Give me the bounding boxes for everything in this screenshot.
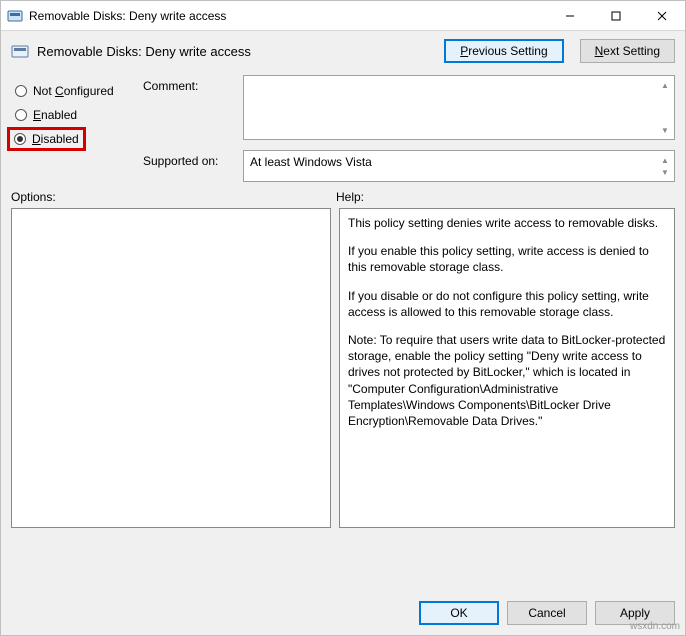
footer: OK Cancel Apply <box>1 591 685 635</box>
options-label: Options: <box>11 190 336 204</box>
watermark: wsxdn.com <box>630 621 680 632</box>
help-panel: This policy setting denies write access … <box>339 208 675 528</box>
panels: This policy setting denies write access … <box>1 208 685 528</box>
radio-enabled[interactable]: Enabled <box>11 103 131 127</box>
radio-icon <box>15 85 27 97</box>
radio-disabled-highlight: Disabled <box>7 127 86 151</box>
subheader: Removable Disks: Deny write access Previ… <box>1 31 685 75</box>
radio-icon <box>15 109 27 121</box>
help-text: Note: To require that users write data t… <box>348 332 666 429</box>
options-panel <box>11 208 331 528</box>
fields: Comment: ▲ ▼ Supported on: At least Wind… <box>143 75 675 182</box>
next-setting-button[interactable]: Next Setting <box>580 39 675 63</box>
window-controls <box>547 1 685 30</box>
radio-icon <box>14 133 26 145</box>
cancel-button[interactable]: Cancel <box>507 601 587 625</box>
supported-display: At least Windows Vista ▲ ▼ <box>243 150 675 182</box>
comment-label: Comment: <box>143 75 233 140</box>
app-icon <box>7 8 23 24</box>
scroll-down-icon[interactable]: ▼ <box>658 165 672 179</box>
help-label: Help: <box>336 190 364 204</box>
config-section: Not Configured Enabled Disabled Comment: <box>1 75 685 182</box>
ok-button[interactable]: OK <box>419 601 499 625</box>
comment-input[interactable]: ▲ ▼ <box>243 75 675 140</box>
supported-row: Supported on: At least Windows Vista ▲ ▼ <box>143 150 675 182</box>
panels-labels: Options: Help: <box>1 182 685 208</box>
radio-not-configured[interactable]: Not Configured <box>11 79 131 103</box>
policy-icon <box>11 42 29 60</box>
supported-label: Supported on: <box>143 150 233 182</box>
window: Removable Disks: Deny write access Remov… <box>0 0 686 636</box>
help-text: If you disable or do not configure this … <box>348 288 666 320</box>
maximize-button[interactable] <box>593 1 639 30</box>
scroll-up-icon[interactable]: ▲ <box>658 78 672 92</box>
subheader-title: Removable Disks: Deny write access <box>37 44 428 59</box>
close-button[interactable] <box>639 1 685 30</box>
supported-value: At least Windows Vista <box>250 155 372 169</box>
scroll-down-icon[interactable]: ▼ <box>658 123 672 137</box>
titlebar: Removable Disks: Deny write access <box>1 1 685 31</box>
help-text: If you enable this policy setting, write… <box>348 243 666 275</box>
radio-group: Not Configured Enabled Disabled <box>11 75 131 182</box>
window-title: Removable Disks: Deny write access <box>29 9 547 23</box>
previous-setting-button[interactable]: Previous Setting <box>444 39 563 63</box>
comment-row: Comment: ▲ ▼ <box>143 75 675 140</box>
help-text: This policy setting denies write access … <box>348 215 666 231</box>
minimize-button[interactable] <box>547 1 593 30</box>
radio-disabled[interactable]: Disabled <box>14 132 79 146</box>
